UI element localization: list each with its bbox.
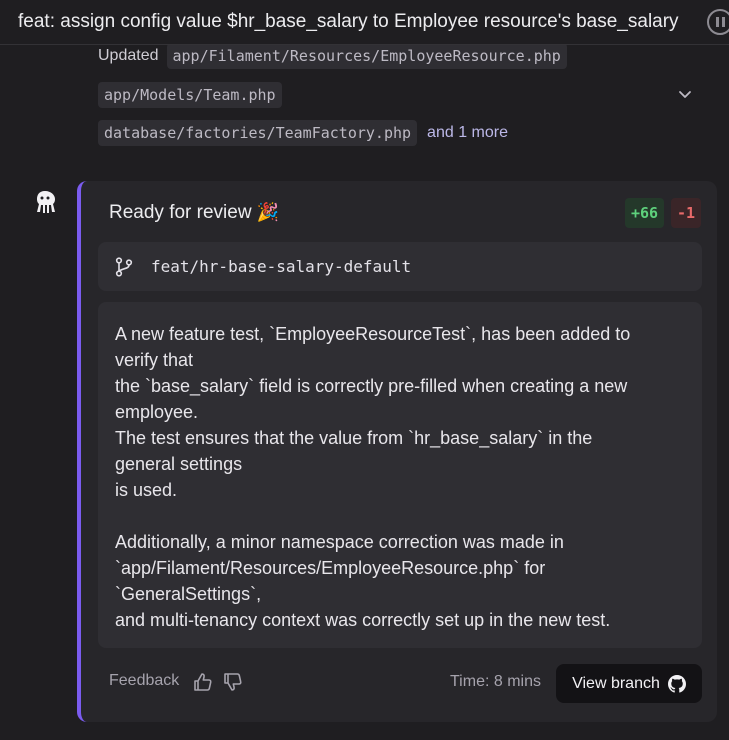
time-label: Time: 8 mins <box>450 673 541 690</box>
review-status: Ready for review 🎉 <box>109 202 279 224</box>
more-files-link[interactable]: and 1 more <box>427 124 508 142</box>
task-header: feat: assign config value $hr_base_salar… <box>0 0 729 45</box>
party-icon: 🎉 <box>256 202 280 222</box>
pause-icon[interactable] <box>707 9 729 35</box>
description-box: A new feature test, `EmployeeResourceTes… <box>98 302 702 648</box>
view-branch-label: View branch <box>572 674 660 692</box>
file-row: database/factories/TeamFactory.php and 1… <box>98 120 508 146</box>
git-branch-icon <box>115 257 133 277</box>
file-chip[interactable]: app/Filament/Resources/EmployeeResource.… <box>166 43 567 69</box>
octopus-avatar-icon <box>37 191 55 213</box>
description-line: `GeneralSettings`, <box>115 584 262 604</box>
description-line: Additionally, a minor namespace correcti… <box>115 532 564 552</box>
deletions-badge: -1 <box>671 198 702 228</box>
feedback-label: Feedback <box>109 672 180 689</box>
description-line: general settings <box>115 454 243 474</box>
task-title: feat: assign config value $hr_base_salar… <box>18 11 679 32</box>
description-line: employee. <box>115 402 199 422</box>
file-chip[interactable]: database/factories/TeamFactory.php <box>98 120 418 146</box>
description-line: the `base_salary` field is correctly pre… <box>115 376 628 396</box>
branch-box: feat/hr-base-salary-default <box>98 242 702 291</box>
description-line: and multi-tenancy context was correctly … <box>115 610 611 630</box>
description-line: The test ensures that the value from `hr… <box>115 428 593 448</box>
review-card: Ready for review 🎉 +66 -1 feat/hr-base-s… <box>77 181 717 722</box>
description-text: A new feature test, `EmployeeResourceTes… <box>115 321 690 633</box>
description-line <box>115 503 690 529</box>
description-line: `app/Filament/Resources/EmployeeResource… <box>115 558 546 578</box>
updated-label: Updated <box>98 47 159 64</box>
description-line: verify that <box>115 350 194 370</box>
updated-files-row: Updated app/Filament/Resources/EmployeeR… <box>98 43 567 69</box>
github-icon <box>667 674 686 693</box>
description-line: A new feature test, `EmployeeResourceTes… <box>115 324 631 344</box>
view-branch-button[interactable]: View branch <box>556 664 702 703</box>
file-row: app/Models/Team.php <box>98 82 282 108</box>
file-chip[interactable]: app/Models/Team.php <box>98 82 282 108</box>
thumbs-down-icon[interactable] <box>223 672 243 692</box>
thumbs-up-icon[interactable] <box>193 672 213 692</box>
additions-badge: +66 <box>625 198 665 228</box>
description-line: is used. <box>115 480 178 500</box>
chevron-down-icon[interactable] <box>677 86 693 102</box>
branch-name: feat/hr-base-salary-default <box>151 257 412 276</box>
review-status-text: Ready for review <box>109 202 252 223</box>
